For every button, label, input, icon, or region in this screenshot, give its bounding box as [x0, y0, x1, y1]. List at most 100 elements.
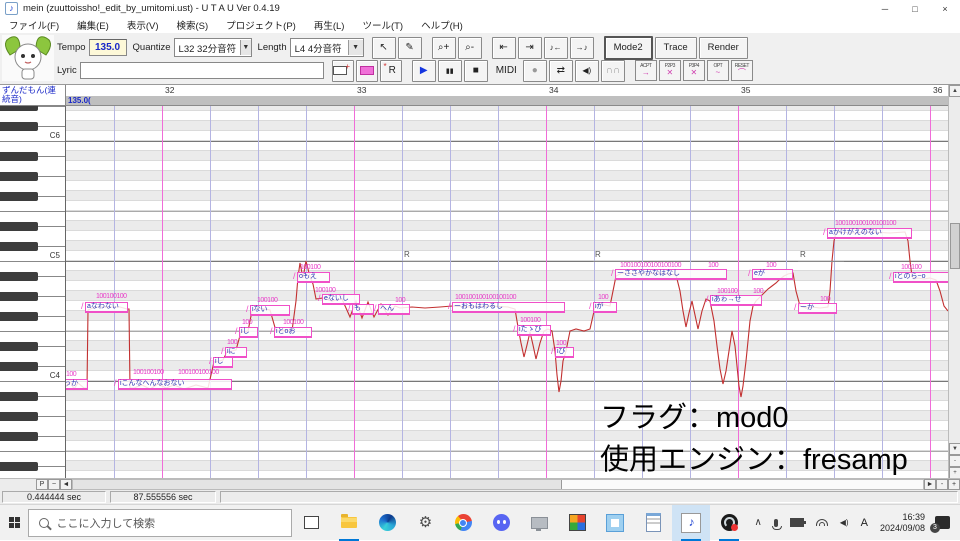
go-start-button[interactable]: ⇤: [491, 36, 516, 59]
black-key[interactable]: [0, 341, 38, 351]
prev-note-button[interactable]: ♪←: [543, 36, 568, 59]
mode2-toggle[interactable]: Mode2: [603, 35, 653, 60]
taskbar-photos[interactable]: [596, 505, 634, 541]
lyric-input[interactable]: [79, 62, 324, 79]
go-end-button[interactable]: ⇥: [517, 36, 542, 59]
loop-button[interactable]: ⇄: [548, 59, 573, 82]
taskbar-remote-app[interactable]: [520, 505, 558, 541]
note[interactable]: iない: [246, 305, 290, 316]
microphone-icon[interactable]: [771, 518, 782, 530]
note[interactable]: iし: [235, 327, 258, 338]
menu-item[interactable]: 検索(S): [167, 18, 217, 32]
black-key[interactable]: [0, 411, 38, 421]
voicebank-name[interactable]: ずんだもん(連続音): [0, 85, 66, 106]
next-note-button[interactable]: →♪: [569, 36, 594, 59]
pitch-reset-button[interactable]: RESET ⌒: [730, 60, 753, 81]
rest-note[interactable]: R: [798, 250, 844, 262]
speaker-button[interactable]: ◀): [574, 59, 599, 82]
note[interactable]: iたゝび: [513, 325, 551, 336]
trace-button[interactable]: Trace: [654, 36, 697, 59]
note[interactable]: oもえ: [293, 272, 330, 283]
black-key[interactable]: [0, 171, 38, 181]
ime-indicator[interactable]: A: [861, 517, 868, 529]
black-key[interactable]: [0, 121, 38, 131]
black-key[interactable]: [0, 191, 38, 201]
note[interactable]: iとoお: [270, 327, 312, 338]
menu-item[interactable]: ツール(T): [353, 18, 412, 32]
black-key[interactable]: [0, 106, 38, 111]
note[interactable]: iし: [209, 357, 233, 368]
menu-item[interactable]: ファイル(F): [0, 18, 68, 32]
black-key[interactable]: [0, 241, 38, 251]
note[interactable]: aかけがえのない: [823, 228, 912, 239]
speaker-tray-icon[interactable]: ◀): [840, 518, 849, 527]
taskbar-notepad[interactable]: [634, 505, 672, 541]
taskbar-utau[interactable]: ♪: [672, 504, 711, 541]
zoom-in-button[interactable]: ⌕+: [431, 36, 456, 59]
black-key[interactable]: [0, 311, 38, 321]
vertical-scroll-thumb[interactable]: [950, 223, 960, 269]
note[interactable]: へん: [374, 304, 410, 315]
menu-item[interactable]: 表示(V): [118, 18, 168, 32]
black-key[interactable]: [0, 151, 38, 161]
menu-item[interactable]: ヘルプ(H): [412, 18, 472, 32]
record-button[interactable]: ●: [522, 59, 547, 82]
note[interactable]: eが: [748, 269, 793, 280]
hzoom-plus-button[interactable]: +: [948, 479, 960, 490]
pitch-p2p3-button[interactable]: P2P3 ✕: [658, 60, 681, 81]
scroll-left-button[interactable]: ◄: [60, 479, 72, 490]
vzoom-minus-button[interactable]: -: [949, 455, 960, 467]
scroll-down-button[interactable]: ▼: [949, 443, 960, 455]
note[interactable]: ーおもはわるし: [448, 302, 565, 313]
note[interactable]: も: [348, 304, 374, 315]
black-key[interactable]: [0, 391, 38, 401]
stop-button[interactable]: ■: [463, 59, 488, 82]
note[interactable]: aなわない: [81, 302, 128, 313]
pencil-tool-button[interactable]: ✎: [397, 36, 422, 59]
measure-ruler[interactable]: 32 33 34 35 36: [66, 85, 948, 96]
insert-rest-button[interactable]: * R: [379, 59, 402, 82]
black-key[interactable]: [0, 271, 38, 281]
hzoom-minus-button[interactable]: -: [936, 479, 948, 490]
scroll-right-button[interactable]: ►: [924, 479, 936, 490]
pitch-p-button[interactable]: P: [36, 479, 48, 490]
tempo-field[interactable]: 135.0: [88, 39, 127, 56]
rest-note[interactable]: R: [402, 250, 450, 262]
note[interactable]: iとのら~o: [889, 272, 948, 283]
quantize-dropdown[interactable]: L32 32分音符 ▼: [173, 38, 252, 57]
note[interactable]: iが: [589, 302, 617, 313]
taskbar-clock[interactable]: 16:39 2024/09/08: [880, 512, 925, 534]
taskbar-edge[interactable]: [368, 505, 406, 541]
pause-button[interactable]: ▮▮: [437, 59, 462, 82]
pitch-curve[interactable]: [66, 106, 948, 479]
maximize-button[interactable]: □: [900, 1, 930, 17]
taskbar-search[interactable]: ここに入力して検索: [28, 508, 293, 537]
menu-item[interactable]: プロジェクト(P): [217, 18, 305, 32]
taskbar-file-explorer[interactable]: [330, 505, 368, 541]
note[interactable]: iに: [221, 347, 247, 358]
minimize-button[interactable]: ─: [870, 1, 900, 17]
start-button[interactable]: [0, 505, 28, 541]
add-note-button[interactable]: +: [331, 59, 354, 82]
length-dropdown[interactable]: L4 4分音符 ▼: [289, 38, 364, 57]
tray-chevron-icon[interactable]: ∧: [754, 517, 761, 528]
play-button[interactable]: ▶: [411, 59, 436, 82]
piano-keys[interactable]: C6 C5 C4: [0, 106, 66, 479]
tilde-button[interactable]: ~: [48, 479, 60, 490]
battery-icon[interactable]: [789, 518, 806, 527]
note-grid[interactable]: っかaなわないiこんなへんなおないiしiにiしiないiとoおoもえeないしもへん…: [66, 106, 948, 479]
taskbar-settings[interactable]: ⚙: [406, 505, 444, 541]
note[interactable]: iこんなへんなおない: [114, 379, 232, 390]
pitch-opt-button[interactable]: OPT ~: [706, 60, 729, 81]
black-key[interactable]: [0, 291, 38, 301]
horizontal-scroll-track[interactable]: [72, 479, 924, 490]
horizontal-scroll-thumb[interactable]: [73, 480, 562, 489]
note[interactable]: っか: [66, 379, 88, 390]
note[interactable]: ーか: [794, 303, 837, 314]
taskbar-discord[interactable]: [482, 505, 520, 541]
close-button[interactable]: ×: [930, 1, 960, 17]
tempo-ruler[interactable]: 135.0(: [66, 96, 948, 106]
scroll-up-button[interactable]: ▲: [949, 85, 960, 97]
menu-item[interactable]: 編集(E): [68, 18, 118, 32]
pitch-p3p4-button[interactable]: P3P4 ✕: [682, 60, 705, 81]
